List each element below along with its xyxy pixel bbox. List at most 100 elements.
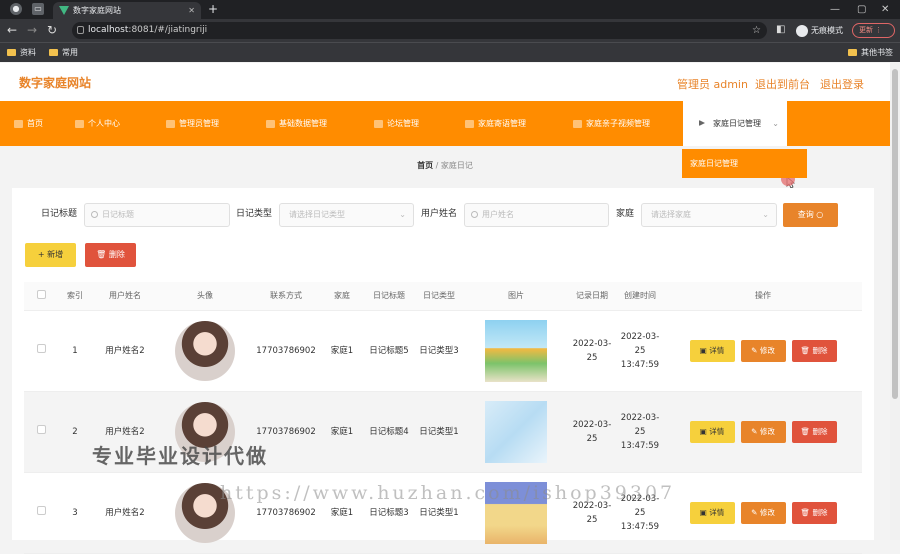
menu-label: 家庭寄语管理 [478,119,526,128]
type-cell: 日记类型3 [414,310,464,392]
browser-tab-bar: ● ▭ 数字家庭网站 ✕ + — ▢ ✕ [0,0,900,19]
menu-item-forum[interactable]: 论坛管理 [374,101,419,146]
data-icon [266,120,275,128]
modify-label: 修改 [759,507,775,517]
reload-icon[interactable]: ↻ [47,22,57,38]
actions-cell: ▣ 详情 ✎ 修改 🗑 删除 [664,472,862,554]
tab-search-icon[interactable]: ▭ [32,3,44,15]
diary-image[interactable] [485,319,547,382]
row-checkbox[interactable] [36,505,46,515]
menu-label: 家庭亲子视频管理 [586,119,650,128]
other-bookmarks[interactable]: 其他书签 [848,46,893,59]
back-to-front-link[interactable]: 退出到前台 [755,76,810,92]
row-checkbox[interactable] [36,424,46,434]
back-icon[interactable]: ← [7,22,17,38]
delete-button[interactable]: 🗑 删除 [791,501,837,524]
column-header: 头像 [158,282,252,311]
edit-icon: ✎ [751,426,758,436]
index-cell: 2 [58,391,92,473]
detail-button[interactable]: ▣ 详情 [689,339,735,362]
diary-image[interactable] [485,400,547,463]
home-icon [14,120,23,128]
browser-menu-icon[interactable]: ● [10,3,22,15]
modify-label: 修改 [759,345,775,355]
trash-icon: 🗑 [800,507,811,517]
menu-item-videos[interactable]: 家庭亲子视频管理 [573,101,650,146]
detail-button[interactable]: ▣ 详情 [689,420,735,443]
title-search-input[interactable]: 日记标题 [84,203,230,227]
column-header: 联系方式 [252,282,320,311]
breadcrumb: 首页 / 家庭日记 [0,160,890,171]
bookmark-folder-1[interactable]: 常用 [49,46,78,59]
bookmark-star-icon[interactable]: ☆ [752,22,761,39]
logout-link[interactable]: 退出登录 [820,76,864,92]
diary-table: 索引 用户姓名 头像 联系方式 家庭 日记标题 日记类型 图片 记录日期 创建时… [24,282,862,554]
menu-item-messages[interactable]: 家庭寄语管理 [465,101,526,146]
new-tab-icon[interactable]: + [208,0,218,19]
avatar-cell [158,310,252,392]
url-path: :8081/#/jiatingriji [128,25,208,35]
created-cell: 2022-03-25 13:47:59 [616,391,664,473]
incognito-indicator[interactable]: 无痕模式 [796,22,843,39]
menu-item-profile[interactable]: 个人中心 [75,101,120,146]
minimize-icon[interactable]: — [830,0,840,19]
menu-item-diary[interactable]: 家庭日记管理 ⌄ [683,101,787,146]
close-window-icon[interactable]: ✕ [881,0,889,19]
family-filter-label: 家庭 [616,209,635,219]
admin-icon [166,120,175,128]
address-bar: ← → ↻ localhost:8081/#/jiatingriji ☆ ◧ 无… [0,19,900,42]
breadcrumb-separator: / [435,161,439,170]
type-select[interactable]: 请选择日记类型 ⌄ [279,203,414,227]
user-search-input[interactable]: 用户姓名 [464,203,609,227]
search-icon: ○ [816,210,824,219]
breadcrumb-home[interactable]: 首页 [417,161,433,170]
title-cell: 日记标题4 [364,391,414,473]
select-cell [24,472,58,554]
created-cell: 2022-03-25 13:47:59 [616,310,664,392]
bookmark-label-1: 常用 [62,48,78,57]
url-field[interactable]: localhost:8081/#/jiatingriji ☆ [72,22,767,39]
close-tab-icon[interactable]: ✕ [188,2,195,19]
delete-button[interactable]: 🗑 删除 [791,420,837,443]
browser-tab[interactable]: 数字家庭网站 ✕ [53,2,201,19]
modify-button[interactable]: ✎ 修改 [740,501,786,524]
incognito-icon [796,24,808,37]
add-button[interactable]: + 新增 [25,243,76,267]
family-cell: 家庭1 [320,391,364,473]
scrollbar-thumb[interactable] [892,69,898,399]
family-select[interactable]: 请选择家庭 ⌄ [641,203,777,227]
detail-icon: ▣ [699,345,707,355]
watermark-text: 专业毕业设计代做 [92,444,268,468]
message-icon [465,120,474,128]
column-header: 日记标题 [364,282,414,311]
page-scrollbar[interactable] [890,63,900,540]
url-host: localhost [88,25,129,35]
admin-user-link[interactable]: 管理员 admin [677,76,748,92]
menu-item-home[interactable]: 首页 [14,101,43,146]
menu-item-admin[interactable]: 管理员管理 [166,101,219,146]
phone-cell: 17703786902 [252,310,320,392]
query-button[interactable]: 查询 ○ [783,203,838,227]
column-header: 日记类型 [414,282,464,311]
bookmark-folder-0[interactable]: 资料 [7,46,36,59]
menu-label: 论坛管理 [387,119,419,128]
chevron-down-icon: ⌄ [772,119,779,128]
title-placeholder: 日记标题 [102,210,134,219]
detail-button[interactable]: ▣ 详情 [689,501,735,524]
forward-icon[interactable]: → [27,22,37,38]
batch-delete-button[interactable]: 🗑 删除 [85,243,136,267]
update-button[interactable]: 更新 ⋮ [852,23,895,38]
menu-label: 个人中心 [88,119,120,128]
menu-item-basic-data[interactable]: 基础数据管理 [266,101,327,146]
title-filter-label: 日记标题 [41,209,78,219]
modify-button[interactable]: ✎ 修改 [740,420,786,443]
select-all-checkbox[interactable] [36,290,46,300]
delete-button[interactable]: 🗑 删除 [791,339,837,362]
row-checkbox[interactable] [36,343,46,353]
edit-icon: ✎ [751,507,758,517]
folder-icon [7,49,16,56]
side-panel-icon[interactable]: ◧ [776,22,785,38]
maximize-icon[interactable]: ▢ [857,0,866,19]
info-icon[interactable] [77,26,84,34]
modify-button[interactable]: ✎ 修改 [740,339,786,362]
